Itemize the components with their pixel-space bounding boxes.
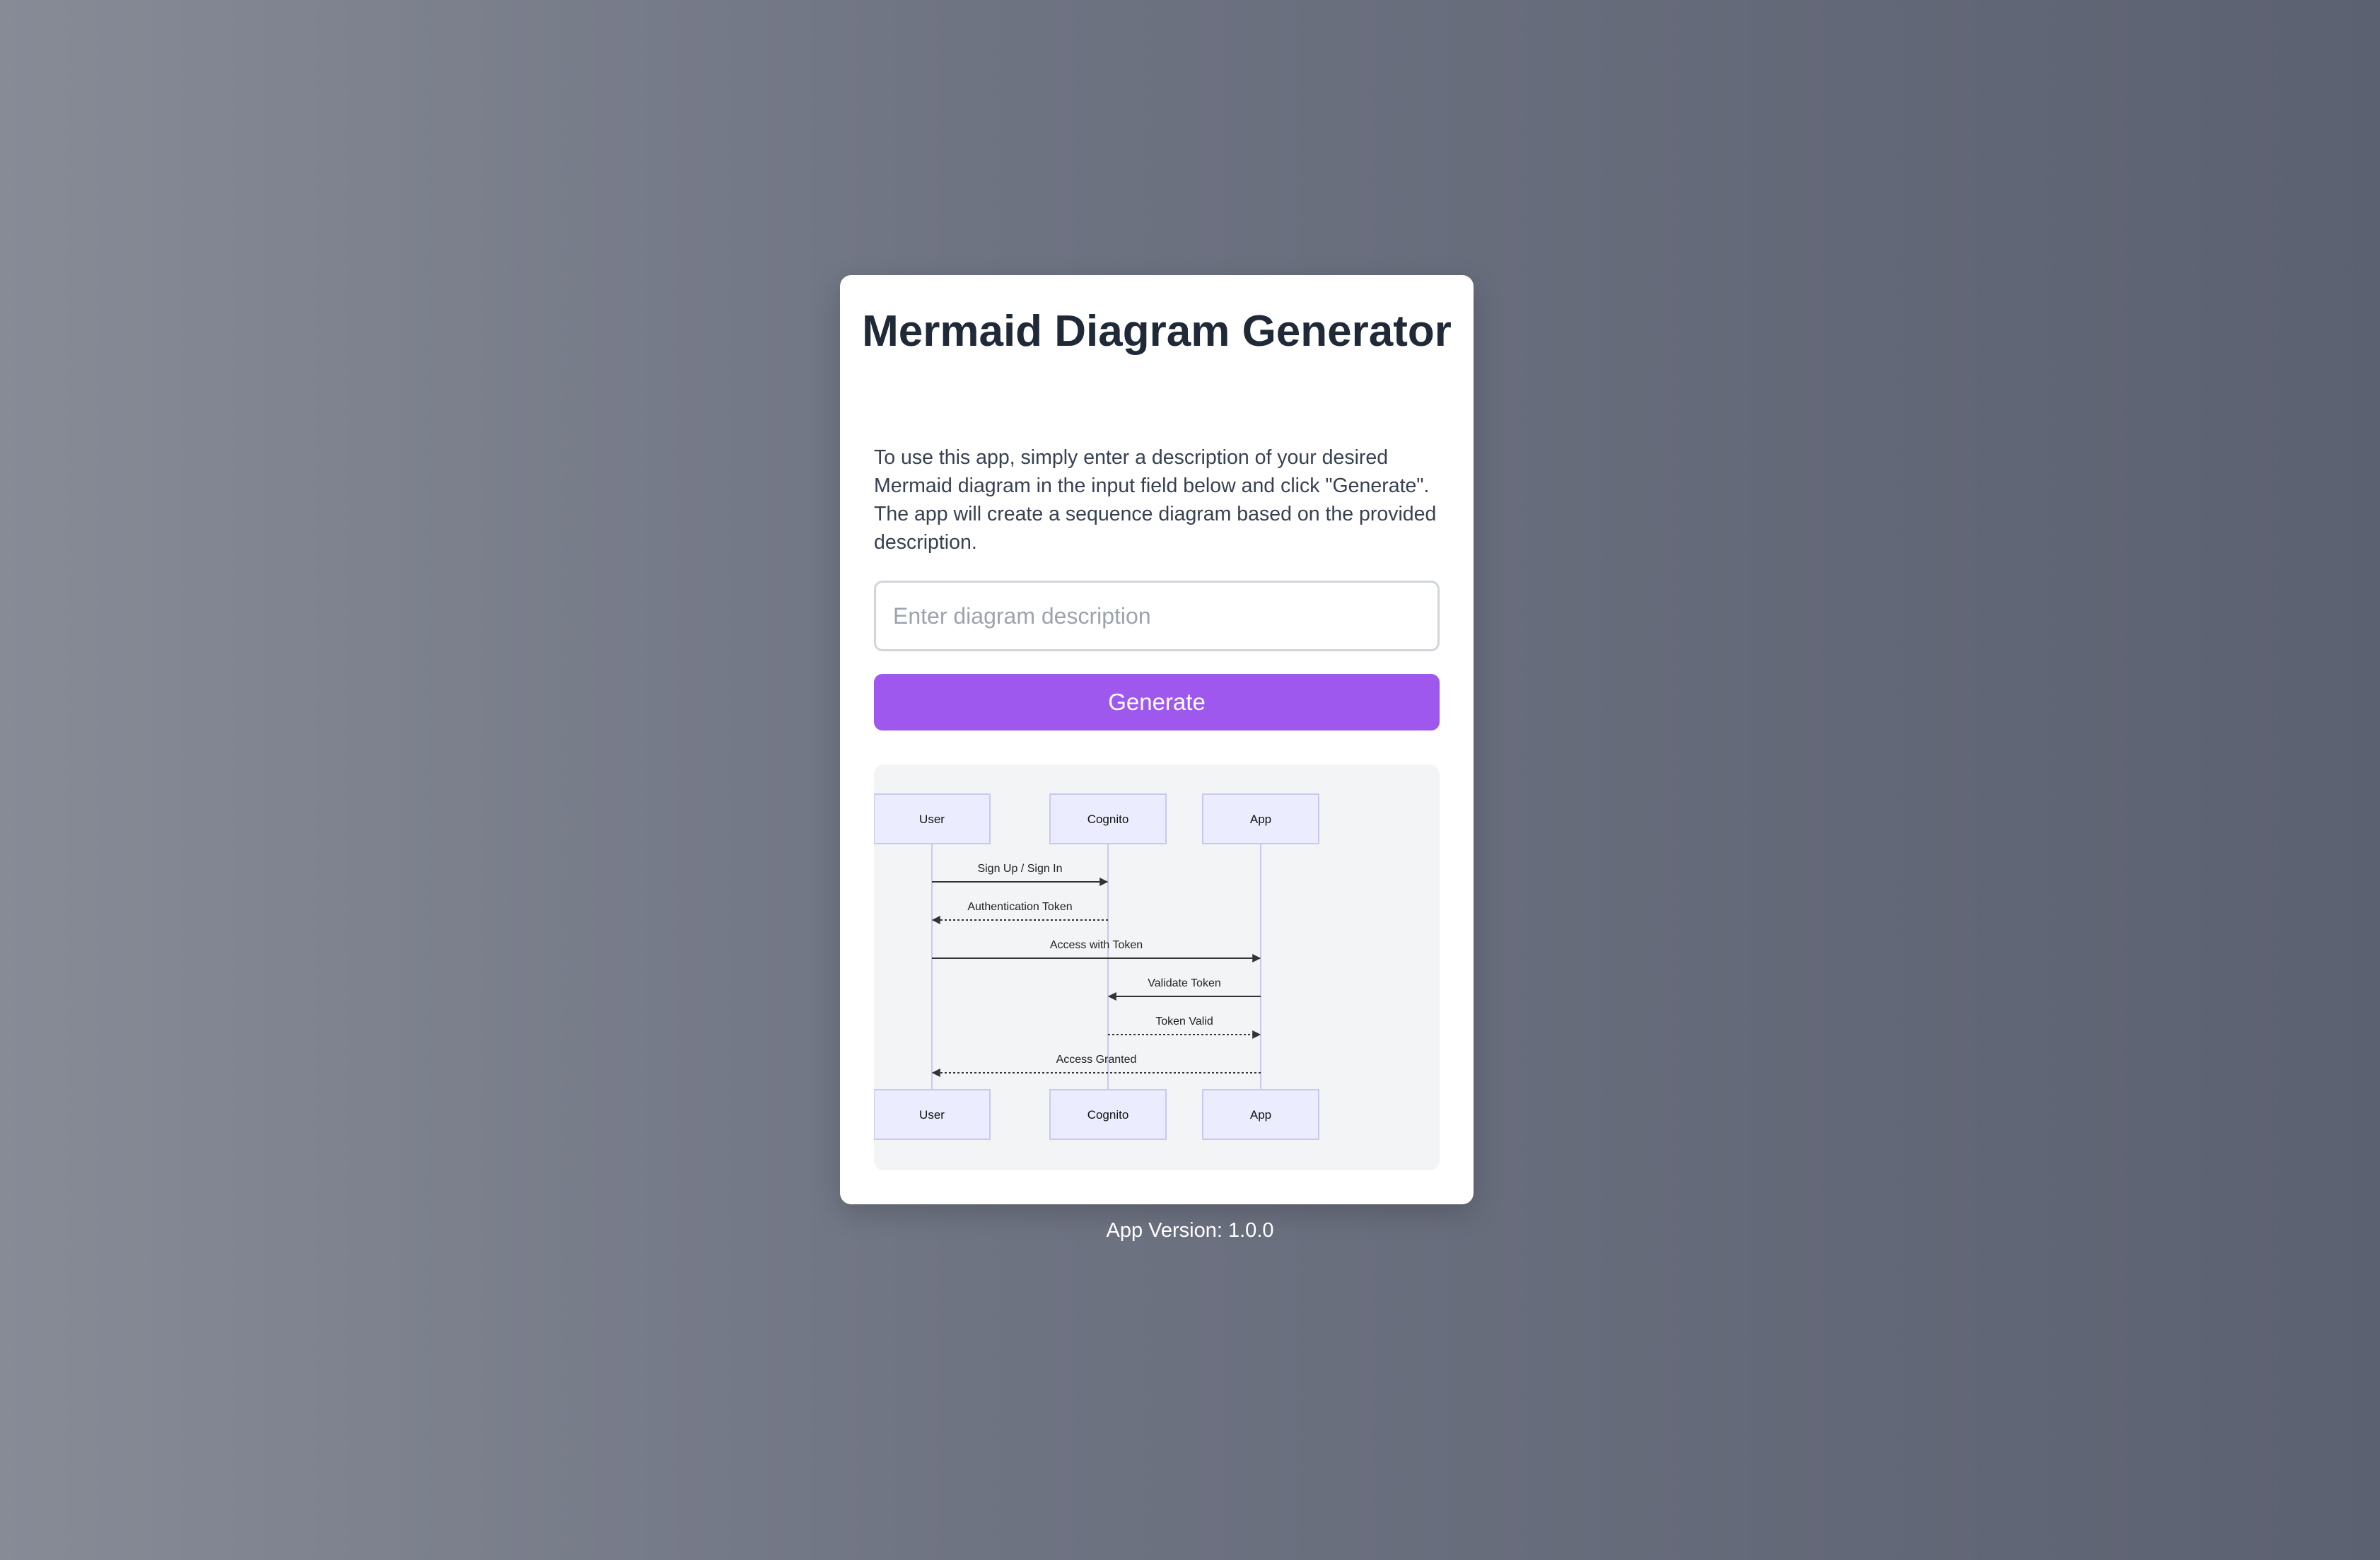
actor-label-cognito-top: Cognito	[1087, 813, 1129, 826]
diagram-description-input[interactable]	[874, 581, 1440, 651]
message-label-6: Access Granted	[1056, 1054, 1137, 1066]
message-label-1: Sign Up / Sign In	[977, 863, 1062, 875]
actor-label-app-top: App	[1250, 813, 1271, 826]
message-label-2: Authentication Token	[967, 901, 1072, 913]
generator-card: Mermaid Diagram Generator To use this ap…	[840, 275, 1474, 1204]
message-label-3: Access with Token	[1050, 939, 1143, 951]
diagram-preview: User User Cognito Cognito App App Sign Up / S…	[874, 764, 1440, 1170]
actor-label-app-bottom: App	[1250, 1108, 1271, 1122]
generate-button[interactable]: Generate	[874, 674, 1440, 730]
message-label-5: Token Valid	[1155, 1015, 1213, 1028]
app-version: App Version: 1.0.0	[1106, 1219, 1274, 1242]
page-title: Mermaid Diagram Generator	[862, 307, 1452, 356]
app-description: To use this app, simply enter a descript…	[874, 446, 1437, 554]
message-label-4: Validate Token	[1148, 977, 1220, 989]
sequence-diagram: User User Cognito Cognito App App Sign Up / S…	[874, 793, 1319, 1140]
actor-label-cognito-bottom: Cognito	[1087, 1108, 1129, 1122]
actor-label-user-bottom: User	[919, 1108, 945, 1122]
actor-label-user-top: User	[919, 813, 945, 826]
